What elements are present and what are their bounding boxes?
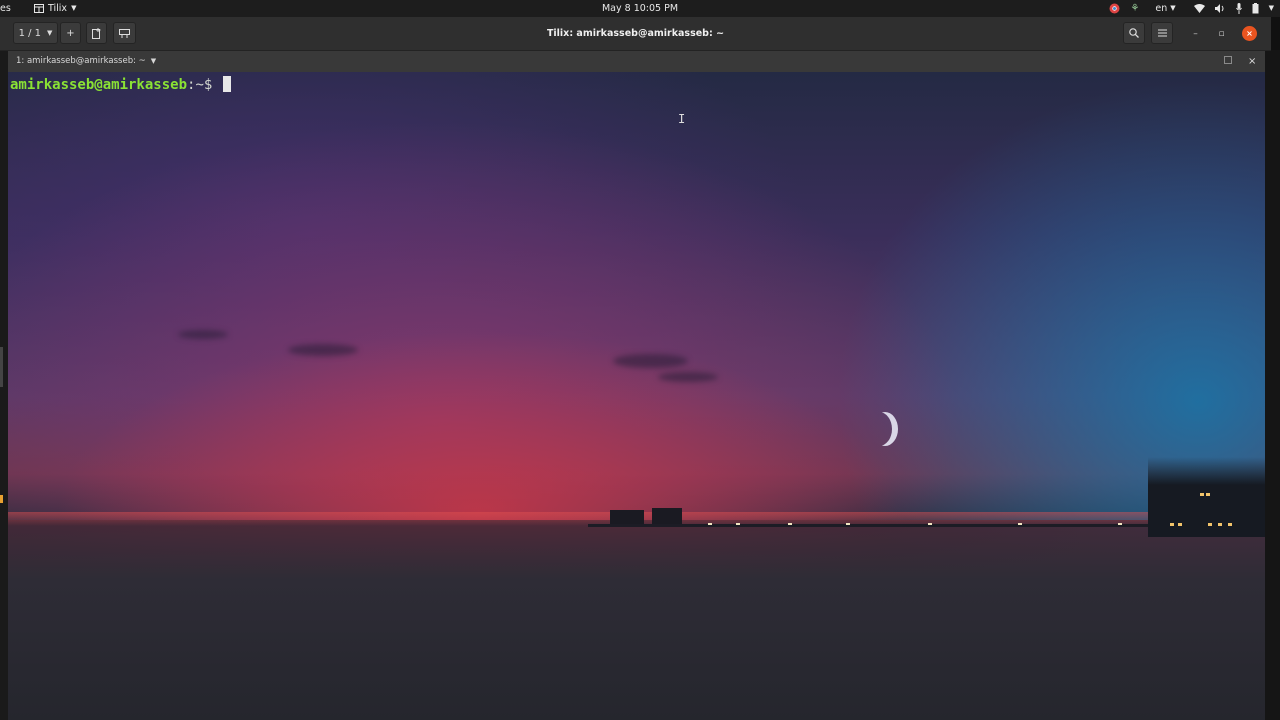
pier-light — [708, 523, 712, 525]
window-title: Tilix: amirkasseb@amirkasseb: ~ — [546, 28, 725, 39]
volume-icon[interactable] — [1214, 4, 1226, 13]
system-menu-caret-icon[interactable]: ▼ — [1269, 0, 1274, 17]
wallpaper-cloud — [658, 372, 718, 382]
microphone-icon[interactable] — [1235, 3, 1242, 14]
dock-indicator — [0, 495, 3, 503]
chevron-down-icon: ▼ — [1170, 4, 1176, 12]
pier-building — [652, 508, 682, 524]
language-indicator[interactable]: en ▼ — [1155, 0, 1175, 17]
new-session-icon — [92, 27, 101, 39]
sync-input-icon — [119, 28, 130, 38]
town-light — [1170, 523, 1174, 526]
pier-deck — [588, 524, 1148, 527]
app-menu[interactable]: Tilix ▼ — [34, 0, 76, 17]
pier-light — [846, 523, 850, 525]
terminal-close-icon[interactable]: × — [1248, 51, 1256, 72]
mouse-ibeam-icon: I — [678, 112, 686, 126]
gnome-top-bar: es Tilix ▼ May 8 10:05 PM ⚘ en ▼ ▼ — [0, 0, 1280, 17]
terminal-title: 1: amirkasseb@amirkasseb: ~ — [16, 56, 146, 66]
prompt-path: ~ — [195, 77, 204, 93]
prompt-user-host: amirkasseb@amirkasseb — [10, 77, 188, 93]
chevron-down-icon: ▼ — [71, 4, 77, 12]
new-session-button[interactable] — [86, 22, 107, 44]
network-tray-icon[interactable]: ⚘ — [1130, 0, 1139, 17]
hamburger-menu-icon — [1157, 29, 1167, 37]
terminal-maximize-icon[interactable] — [1224, 56, 1232, 64]
right-screen-edge — [1265, 50, 1280, 720]
plus-icon: + — [66, 27, 75, 39]
terminal-title-menu[interactable]: 1: amirkasseb@amirkasseb: ~ ▼ — [16, 51, 156, 72]
search-button[interactable] — [1123, 22, 1145, 44]
wallpaper-cloud — [613, 354, 688, 368]
pier-light — [1118, 523, 1122, 525]
moon-image — [866, 412, 892, 446]
town-light — [1218, 523, 1222, 526]
town-image — [1148, 457, 1265, 537]
session-counter: 1 / 1 — [18, 27, 42, 39]
chevron-down-icon: ▼ — [150, 57, 157, 65]
sync-input-button[interactable] — [113, 22, 136, 44]
terminal-view[interactable]: amirkasseb@amirkasseb:~$ I — [8, 72, 1265, 720]
language-label: en — [1155, 3, 1168, 14]
terminal-titlebar[interactable]: 1: amirkasseb@amirkasseb: ~ ▼ × — [8, 51, 1265, 72]
left-screen-edge — [0, 17, 8, 720]
minimize-button[interactable]: – — [1188, 26, 1203, 41]
maximize-icon: ▫ — [1218, 28, 1225, 39]
dock-indicator — [0, 347, 3, 387]
town-light — [1200, 493, 1204, 496]
activities-label: es — [0, 3, 11, 14]
main-menu-button[interactable] — [1151, 22, 1173, 44]
pier-building — [610, 510, 644, 524]
prompt-symbol: $ — [203, 77, 221, 93]
app-grid-icon — [34, 4, 44, 13]
wallpaper-cloud — [288, 344, 358, 356]
wifi-icon[interactable] — [1193, 4, 1205, 13]
town-light — [1178, 523, 1182, 526]
wallpaper-sea — [8, 520, 1265, 720]
activities-button[interactable]: es — [0, 0, 11, 17]
session-switcher-button[interactable]: 1 / 1 ▼ — [13, 22, 58, 44]
close-button[interactable]: × — [1242, 26, 1257, 41]
system-tray: ⚘ en ▼ ▼ — [1109, 0, 1274, 17]
pier-light — [928, 523, 932, 525]
add-terminal-button[interactable]: + — [60, 22, 81, 44]
maximize-button[interactable]: ▫ — [1214, 26, 1229, 41]
tilix-headerbar: 1 / 1 ▼ + Tilix: amirkasseb@amirkasseb: … — [0, 17, 1271, 51]
pier-light — [1018, 523, 1022, 525]
minimize-icon: – — [1193, 28, 1198, 39]
app-menu-label: Tilix — [48, 3, 68, 14]
town-light — [1206, 493, 1210, 496]
clock[interactable]: May 8 10:05 PM — [602, 3, 678, 14]
pier-light — [736, 523, 740, 525]
battery-icon[interactable] — [1252, 3, 1259, 14]
text-cursor — [222, 76, 231, 92]
town-light — [1208, 523, 1212, 526]
close-icon: × — [1246, 29, 1253, 38]
pier-light — [788, 523, 792, 525]
shell-prompt: amirkasseb@amirkasseb:~$ — [10, 76, 231, 93]
search-icon — [1129, 28, 1139, 38]
town-light — [1228, 523, 1232, 526]
chrome-icon[interactable] — [1109, 3, 1120, 14]
wallpaper-cloud — [178, 330, 228, 339]
chevron-down-icon: ▼ — [47, 29, 53, 37]
